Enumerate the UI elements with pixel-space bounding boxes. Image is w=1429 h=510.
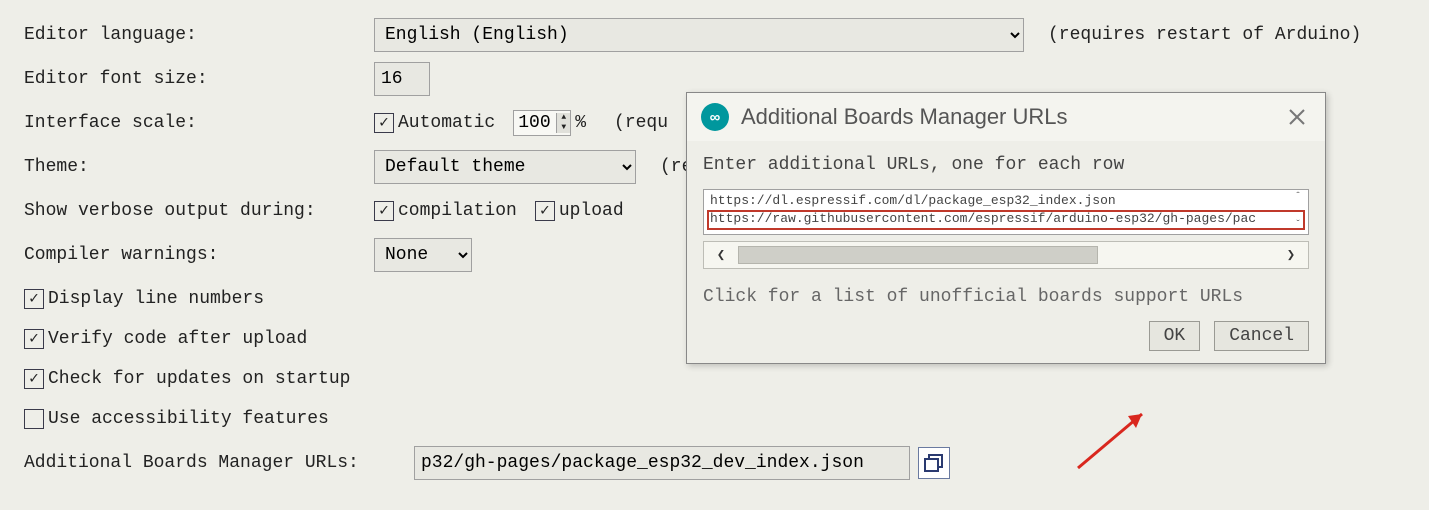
check-updates-checkbox[interactable]: Check for updates on startup [24, 369, 350, 389]
scrollbar-thumb[interactable] [738, 246, 1098, 264]
scroll-left-button[interactable]: ❮ [704, 242, 738, 268]
editor-language-label: Editor language: [24, 25, 374, 45]
checkbox-icon [24, 329, 44, 349]
checkbox-icon [24, 409, 44, 429]
editor-language-note: (requires restart of Arduino) [1048, 25, 1361, 45]
checkbox-icon [374, 201, 394, 221]
checkbox-icon [535, 201, 555, 221]
verbose-upload-checkbox[interactable]: upload [535, 201, 624, 221]
interface-scale-auto-checkbox[interactable]: Automatic [374, 113, 495, 133]
display-line-numbers-checkbox[interactable]: Display line numbers [24, 289, 264, 309]
additional-urls-input[interactable] [414, 446, 910, 480]
scroll-up-icon[interactable]: ˆ [1295, 189, 1309, 207]
editor-fontsize-label: Editor font size: [24, 69, 374, 89]
additional-urls-dialog: ∞ Additional Boards Manager URLs Enter a… [686, 92, 1326, 364]
vertical-scroll-indicator[interactable]: ˆˇ [1295, 189, 1309, 235]
compiler-warnings-select[interactable]: None [374, 238, 472, 272]
theme-select[interactable]: Default theme [374, 150, 636, 184]
checkbox-icon [24, 289, 44, 309]
window-stack-icon [924, 453, 944, 473]
scroll-right-button[interactable]: ❯ [1274, 242, 1308, 268]
urls-textarea[interactable]: https://dl.espressif.com/dl/package_esp3… [703, 189, 1309, 235]
dialog-prompt: Enter additional URLs, one for each row [703, 155, 1309, 175]
close-icon [1289, 109, 1305, 125]
additional-urls-label: Additional Boards Manager URLs: [24, 453, 414, 473]
checkbox-icon [374, 113, 394, 133]
editor-language-select[interactable]: English (English) [374, 18, 1024, 52]
checkbox-label: Automatic [398, 113, 495, 133]
verbose-label: Show verbose output during: [24, 201, 374, 221]
cancel-button[interactable]: Cancel [1214, 321, 1309, 351]
unofficial-urls-link[interactable]: Click for a list of unofficial boards su… [703, 287, 1309, 307]
interface-scale-label: Interface scale: [24, 113, 374, 133]
spinner-buttons[interactable]: ▲▼ [556, 113, 570, 133]
checkbox-label: Verify code after upload [48, 329, 307, 349]
compiler-warnings-label: Compiler warnings: [24, 245, 374, 265]
dialog-title: Additional Boards Manager URLs [741, 104, 1068, 130]
verbose-compilation-checkbox[interactable]: compilation [374, 201, 517, 221]
edit-urls-button[interactable] [918, 447, 950, 479]
interface-scale-note: (requ [614, 113, 668, 133]
checkbox-icon [24, 369, 44, 389]
verify-code-checkbox[interactable]: Verify code after upload [24, 329, 307, 349]
checkbox-label: upload [559, 201, 624, 221]
ok-button[interactable]: OK [1149, 321, 1201, 351]
checkbox-label: Display line numbers [48, 289, 264, 309]
checkbox-label: Use accessibility features [48, 409, 329, 429]
url-line-2: https://raw.githubusercontent.com/espres… [710, 211, 1256, 226]
percent-sign: % [575, 113, 586, 133]
checkbox-label: compilation [398, 201, 517, 221]
dialog-close-button[interactable] [1283, 103, 1311, 131]
dialog-titlebar: ∞ Additional Boards Manager URLs [687, 93, 1325, 141]
interface-scale-value[interactable] [514, 113, 556, 133]
interface-scale-spinner[interactable]: ▲▼ [513, 110, 571, 136]
checkbox-label: Check for updates on startup [48, 369, 350, 389]
horizontal-scrollbar[interactable]: ❮ ❯ [703, 241, 1309, 269]
theme-label: Theme: [24, 157, 374, 177]
editor-fontsize-input[interactable] [374, 62, 430, 96]
arduino-icon: ∞ [701, 103, 729, 131]
scroll-down-icon[interactable]: ˇ [1295, 217, 1309, 235]
url-line-1: https://dl.espressif.com/dl/package_esp3… [710, 193, 1116, 208]
accessibility-checkbox[interactable]: Use accessibility features [24, 409, 329, 429]
